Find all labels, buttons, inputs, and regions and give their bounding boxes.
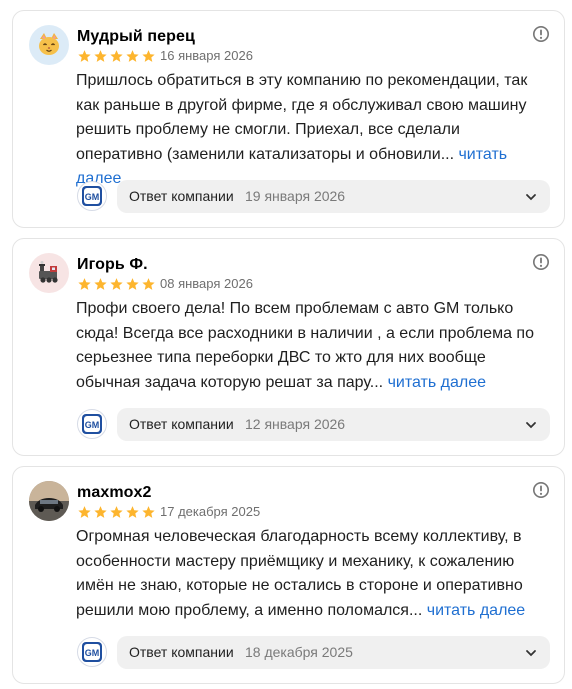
rating-stars	[77, 277, 156, 291]
company-logo: GM	[77, 181, 107, 211]
user-avatar[interactable]	[29, 481, 69, 521]
review-author[interactable]: Мудрый перец	[77, 28, 195, 46]
star-icon	[126, 50, 139, 62]
svg-text:GM: GM	[85, 192, 100, 202]
company-reply-date: 18 декабря 2025	[245, 644, 353, 660]
car-photo-icon	[29, 481, 69, 521]
company-reply-label: Ответ компании	[129, 644, 234, 660]
locomotive-icon	[39, 261, 58, 283]
review-author[interactable]: maxmox2	[77, 484, 152, 502]
review-card: Игорь Ф. 08 января 2026 Профи своего дел…	[12, 238, 565, 456]
star-icon	[94, 506, 107, 518]
user-avatar[interactable]	[29, 253, 69, 293]
chevron-down-icon	[526, 194, 536, 201]
report-icon[interactable]	[532, 25, 550, 43]
review-card: maxmox2 17 декабря 2025 Огромная человеч…	[12, 466, 565, 684]
review-date: 17 декабря 2025	[160, 504, 261, 519]
gm-logo-icon: GM	[82, 642, 102, 662]
gm-logo-icon: GM	[82, 186, 102, 206]
user-avatar[interactable]	[29, 25, 69, 65]
star-icon	[78, 506, 91, 518]
company-reply-toggle[interactable]: Ответ компании 12 января 2026	[117, 408, 550, 441]
company-reply-toggle[interactable]: Ответ компании 18 декабря 2025	[117, 636, 550, 669]
star-icon	[142, 278, 155, 290]
review-date: 16 января 2026	[160, 48, 253, 63]
star-icon	[110, 506, 123, 518]
read-more-link[interactable]: читать далее	[388, 374, 486, 391]
star-icon	[126, 506, 139, 518]
chevron-down-icon	[526, 650, 536, 657]
star-icon	[142, 506, 155, 518]
cat-emoji-icon	[39, 33, 59, 55]
star-icon	[110, 278, 123, 290]
svg-text:GM: GM	[85, 648, 100, 658]
read-more-link[interactable]: читать далее	[427, 602, 525, 619]
company-reply-label: Ответ компании	[129, 188, 234, 204]
review-text: Пришлось обратиться в эту компанию по ре…	[76, 69, 548, 192]
star-icon	[94, 278, 107, 290]
company-reply-date: 12 января 2026	[245, 416, 346, 432]
review-text: Огромная человеческая благодарность всем…	[76, 525, 548, 623]
star-icon	[78, 278, 91, 290]
review-author[interactable]: Игорь Ф.	[77, 256, 148, 274]
company-logo: GM	[77, 409, 107, 439]
star-icon	[94, 50, 107, 62]
report-icon[interactable]	[532, 253, 550, 271]
star-icon	[126, 278, 139, 290]
review-text: Профи своего дела! По всем проблемам с а…	[76, 297, 548, 395]
star-icon	[110, 50, 123, 62]
rating-stars	[77, 505, 156, 519]
review-date: 08 января 2026	[160, 276, 253, 291]
report-icon[interactable]	[532, 481, 550, 499]
svg-text:GM: GM	[85, 420, 100, 430]
company-reply-date: 19 января 2026	[245, 188, 346, 204]
star-icon	[78, 50, 91, 62]
review-card: Мудрый перец 16 января 2026 Пришлось обр…	[12, 10, 565, 228]
company-logo: GM	[77, 637, 107, 667]
rating-stars	[77, 49, 156, 63]
chevron-down-icon	[526, 422, 536, 429]
company-reply-label: Ответ компании	[129, 416, 234, 432]
star-icon	[142, 50, 155, 62]
gm-logo-icon: GM	[82, 414, 102, 434]
company-reply-toggle[interactable]: Ответ компании 19 января 2026	[117, 180, 550, 213]
